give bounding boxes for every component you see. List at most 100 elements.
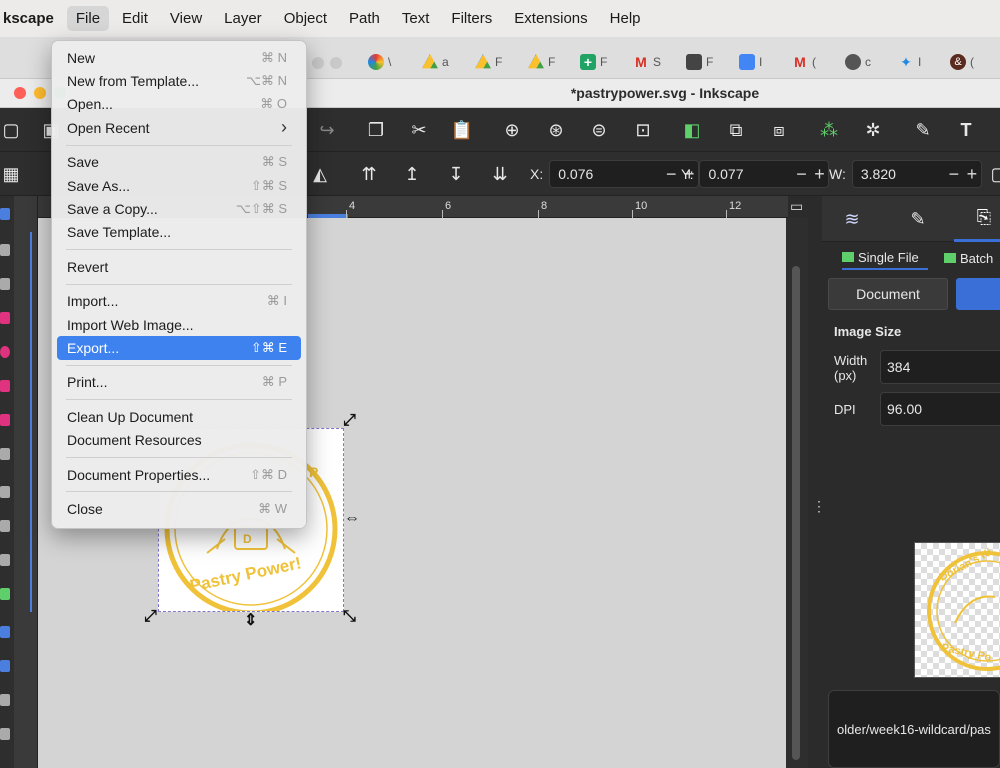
flip-icon[interactable]: ◭ (309, 163, 331, 185)
gradient-tool-icon[interactable] (0, 626, 10, 638)
node-tool-icon[interactable] (0, 244, 10, 256)
group-icon[interactable]: ⁂ (818, 119, 840, 141)
menu-item-open[interactable]: Open... ⌘ O (57, 93, 301, 116)
new-document-icon[interactable]: ▢ (0, 119, 22, 141)
menu-item-import[interactable]: Import... ⌘ I (57, 290, 301, 313)
w-increment-button[interactable]: + (963, 164, 981, 185)
pen-tool-icon[interactable] (0, 486, 10, 498)
selector-tool-icon[interactable] (0, 208, 10, 220)
unlink-clone-icon[interactable]: ⧈ (768, 119, 790, 141)
menu-edit[interactable]: Edit (113, 6, 157, 31)
dock-splitter[interactable]: ⋮ (808, 196, 826, 768)
menu-help[interactable]: Help (601, 6, 650, 31)
browser-tab[interactable]: + F (580, 51, 607, 73)
menu-item-save[interactable]: Save ⌘ S (57, 151, 301, 174)
star-tool-icon[interactable] (0, 380, 10, 392)
document-button[interactable]: Document (828, 278, 948, 310)
paint-bucket-tool-icon[interactable] (0, 728, 10, 740)
pencil-tool-icon[interactable] (0, 520, 10, 532)
browser-tab[interactable]: &( (950, 51, 974, 73)
browser-tab[interactable]: M( (792, 51, 816, 73)
menu-item-clean-up-document[interactable]: Clean Up Document (57, 405, 301, 428)
resize-handle-e-icon[interactable]: ⇔ (344, 510, 360, 528)
menu-text[interactable]: Text (393, 6, 439, 31)
menu-item-new-from-template[interactable]: New from Template... ⌥⌘ N (57, 69, 301, 92)
fill-stroke-icon[interactable]: ✎ (912, 119, 934, 141)
menu-item-document-properties[interactable]: Document Properties... ⇧⌘ D (57, 463, 301, 486)
copy-icon[interactable]: ❐ (365, 119, 387, 141)
dropper-tool-icon[interactable] (0, 694, 10, 706)
display-mode-icon[interactable]: ▭ (790, 198, 803, 215)
rectangle-tool-icon[interactable] (0, 312, 10, 324)
clone-icon[interactable]: ⧉ (725, 119, 747, 141)
menu-item-save-template[interactable]: Save Template... (57, 221, 301, 244)
resize-handle-ne-icon[interactable]: ⤢ (343, 412, 356, 430)
scrollbar-thumb[interactable] (792, 266, 800, 760)
select-all-icon[interactable]: ▦ (0, 163, 22, 185)
x-input[interactable]: 0.076 − + (549, 160, 700, 188)
menu-view[interactable]: View (161, 6, 211, 31)
layers-icon[interactable]: ≋ (822, 196, 882, 242)
menu-object[interactable]: Object (275, 6, 336, 31)
lower-icon[interactable]: ↧ (445, 163, 467, 185)
menu-item-new[interactable]: New ⌘ N (57, 46, 301, 69)
cut-icon[interactable]: ✂ (408, 119, 430, 141)
vertical-scrollbar[interactable] (786, 218, 808, 768)
menu-item-revert[interactable]: Revert (57, 255, 301, 278)
menu-path[interactable]: Path (340, 6, 389, 31)
x-decrement-button[interactable]: − (662, 164, 680, 185)
resize-handle-s-icon[interactable]: ⇕ (244, 610, 257, 630)
zoom-selection-icon[interactable]: ⊕ (501, 119, 523, 141)
y-increment-button[interactable]: + (810, 164, 828, 185)
y-input[interactable]: 0.077 − + (699, 160, 830, 188)
menu-item-document-resources[interactable]: Document Resources (57, 428, 301, 451)
w-decrement-button[interactable]: − (945, 164, 963, 185)
menu-item-export[interactable]: Export... ⇧⌘ E (57, 336, 301, 360)
menu-item-save-as[interactable]: Save As... ⇧⌘ S (57, 174, 301, 197)
menu-item-save-a-copy[interactable]: Save a Copy... ⌥⇧⌘ S (57, 197, 301, 220)
text-font-icon[interactable]: T (955, 119, 977, 141)
browser-tab[interactable]: F (686, 51, 713, 73)
calligraphy-tool-icon[interactable] (0, 554, 10, 566)
single-file-tab[interactable]: Single File (842, 246, 928, 270)
xml-editor-icon[interactable]: ✎ (888, 196, 948, 242)
paste-icon[interactable]: 📋 (451, 119, 473, 141)
browser-tab[interactable]: \ (368, 51, 391, 73)
raise-icon[interactable]: ↥ (401, 163, 423, 185)
menu-item-close[interactable]: Close ⌘ W (57, 497, 301, 520)
tweak-tool-icon[interactable] (0, 278, 10, 290)
w-input[interactable]: 3.820 − + (851, 160, 982, 188)
browser-tab[interactable]: ✦ I (898, 51, 921, 73)
zoom-fit-icon[interactable]: ⊡ (632, 119, 654, 141)
resize-handle-se-icon[interactable]: ⤡ (343, 608, 356, 626)
redo-icon[interactable]: ↪ (316, 119, 338, 141)
zoom-drawing-icon[interactable]: ⊛ (545, 119, 567, 141)
zoom-page-icon[interactable]: ⊜ (588, 119, 610, 141)
menu-app-name[interactable]: kscape (0, 6, 63, 31)
export-path-field[interactable]: older/week16-wildcard/pas (828, 690, 1000, 768)
menu-layer[interactable]: Layer (215, 6, 271, 31)
browser-tab[interactable]: c (845, 51, 871, 73)
spiral-tool-icon[interactable] (0, 448, 10, 460)
browser-tab[interactable]: I (739, 51, 762, 73)
menu-item-import-web-image[interactable]: Import Web Image... (57, 313, 301, 336)
raise-to-top-icon[interactable]: ⇈ (358, 163, 380, 185)
mesh-tool-icon[interactable] (0, 660, 10, 672)
dpi-input[interactable]: 96.00 (880, 392, 1000, 426)
menu-item-print[interactable]: Print... ⌘ P (57, 371, 301, 394)
menu-extensions[interactable]: Extensions (505, 6, 596, 31)
lower-to-bottom-icon[interactable]: ⇊ (489, 163, 511, 185)
browser-tab[interactable]: F (528, 51, 555, 73)
text-tool-icon[interactable] (0, 588, 10, 600)
browser-tab[interactable]: a (422, 51, 449, 73)
export-icon[interactable]: ⎘ (954, 196, 1000, 242)
ungroup-icon[interactable]: ✲ (862, 119, 884, 141)
menu-filters[interactable]: Filters (442, 6, 501, 31)
y-decrement-button[interactable]: − (792, 164, 810, 185)
resize-handle-sw-icon[interactable]: ⤢ (144, 608, 157, 626)
browser-tab[interactable]: F (475, 51, 502, 73)
browser-tab[interactable]: MS (633, 51, 661, 73)
box3d-tool-icon[interactable] (0, 414, 10, 426)
page-button[interactable] (956, 278, 1000, 310)
lock-proportions-icon[interactable]: ▢ (988, 163, 1000, 185)
